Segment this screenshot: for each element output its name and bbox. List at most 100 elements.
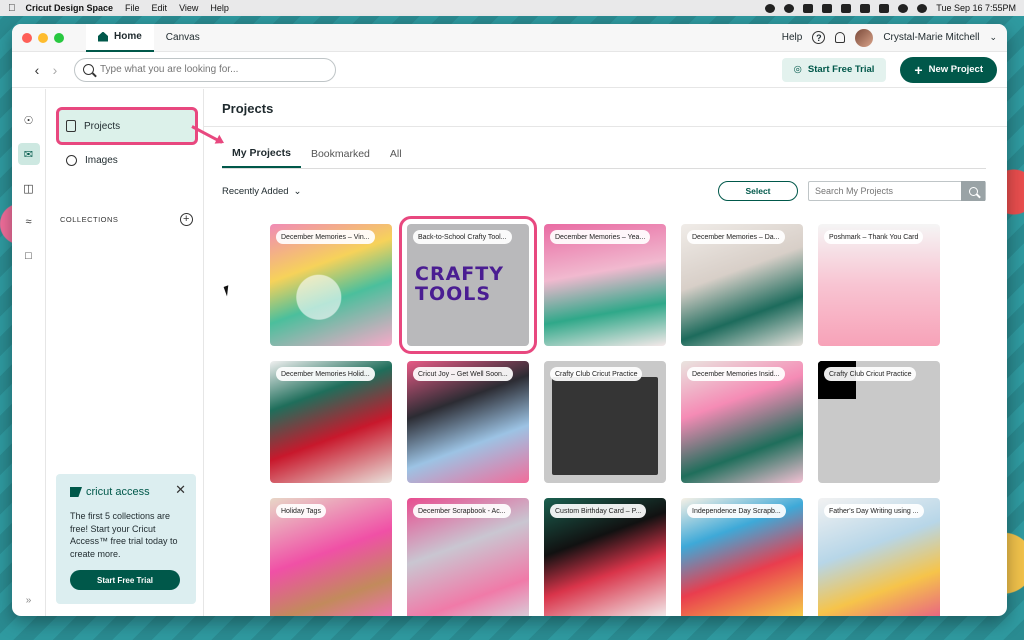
menubar-app-name[interactable]: Cricut Design Space	[26, 3, 114, 13]
record-icon[interactable]	[765, 3, 776, 13]
project-card[interactable]: December Memories – Da...	[681, 224, 803, 346]
project-card[interactable]: Father's Day Writing using ...	[818, 498, 940, 616]
project-card-label: December Memories Insid...	[687, 367, 785, 381]
project-card[interactable]: December Memories Holid...	[270, 361, 392, 483]
project-card[interactable]: Cricut Joy – Get Well Soon...	[407, 361, 529, 483]
close-icon[interactable]: ✕	[175, 482, 186, 498]
tab-home[interactable]: Home	[86, 24, 154, 52]
project-card[interactable]: December Scrapbook - Ac...	[407, 498, 529, 616]
sidebar-item-images[interactable]: Images	[58, 143, 193, 177]
tab-my-projects[interactable]: My Projects	[222, 140, 301, 168]
rail-shop-icon[interactable]: □	[18, 245, 40, 267]
promo-start-trial-button[interactable]: Start Free Trial	[70, 570, 180, 590]
rail-projects-icon[interactable]: ✉	[17, 143, 40, 165]
chevron-down-icon[interactable]: ⌄	[989, 32, 997, 43]
cricut-logo-mark	[70, 487, 82, 497]
close-window-button[interactable]	[22, 32, 32, 43]
start-free-trial-button[interactable]: ◎ Start Free Trial	[781, 57, 887, 82]
new-project-button[interactable]: + New Project	[900, 56, 997, 83]
maximize-window-button[interactable]	[54, 32, 64, 43]
project-card-highlighted[interactable]: CRAFTY TOOLS Back-to-School Crafty Tool.…	[399, 216, 537, 354]
app-status-icon[interactable]	[784, 3, 795, 13]
sidebar: Projects Images COLLECTIONS + cricut acc…	[46, 89, 204, 616]
project-card-label: December Memories – Yea...	[550, 230, 651, 244]
project-card-label: Crafty Club Cricut Practice	[550, 367, 643, 381]
menubar-file[interactable]: File	[125, 3, 140, 13]
tab-bookmarked[interactable]: Bookmarked	[301, 140, 380, 168]
project-card[interactable]: December Memories Insid...	[681, 361, 803, 483]
battery-icon[interactable]	[822, 3, 833, 13]
sidebar-item-projects[interactable]: Projects	[56, 107, 198, 145]
sidebar-item-label: Projects	[84, 120, 121, 132]
menubar-edit[interactable]: Edit	[152, 3, 168, 13]
start-free-trial-label: Start Free Trial	[807, 64, 875, 75]
title-divider	[204, 126, 1007, 127]
menubar-help[interactable]: Help	[210, 3, 229, 13]
rail-machine-icon[interactable]: ◫	[18, 177, 40, 199]
project-card-label: December Memories Holid...	[276, 367, 375, 381]
tab-all[interactable]: All	[380, 140, 412, 168]
tab-home-label: Home	[114, 31, 142, 42]
menubar-view[interactable]: View	[179, 3, 198, 13]
sort-dropdown[interactable]: Recently Added ⌄	[222, 186, 302, 197]
titlebar-right: Help ? Crystal-Marie Mitchell ⌄	[782, 28, 997, 47]
help-label[interactable]: Help	[782, 32, 803, 43]
project-card-label: Cricut Joy – Get Well Soon...	[413, 367, 513, 381]
sidebar-item-label: Images	[85, 154, 118, 166]
project-card-label: Father's Day Writing using ...	[824, 504, 924, 518]
mac-menubar:  Cricut Design Space File Edit View Hel…	[0, 0, 1024, 16]
project-card[interactable]: December Memories – Vin...	[270, 224, 392, 346]
plus-icon: +	[914, 61, 923, 78]
select-button[interactable]: Select	[718, 181, 798, 201]
add-collection-icon[interactable]: +	[180, 213, 193, 226]
user-avatar[interactable]	[855, 28, 874, 47]
project-card[interactable]: Crafty Club Cricut Practice	[818, 361, 940, 483]
global-search-field[interactable]	[74, 57, 336, 82]
crafty-tools-art-text: CRAFTY TOOLS	[415, 263, 504, 305]
rail-inspiration-icon[interactable]: ☉	[18, 109, 40, 131]
expand-rail-icon[interactable]: »	[26, 595, 32, 606]
control-center-icon[interactable]	[917, 3, 928, 13]
search-icon	[83, 64, 94, 75]
bluetooth-icon[interactable]	[860, 3, 871, 13]
project-card[interactable]: December Memories – Yea...	[544, 224, 666, 346]
images-icon	[66, 154, 77, 166]
menubar-clock[interactable]: Tue Sep 16 7:55PM	[936, 3, 1016, 13]
chevron-down-icon: ⌄	[293, 185, 302, 197]
screen-icon[interactable]	[803, 3, 814, 13]
project-card-label: Independence Day Scrapb...	[687, 504, 786, 518]
rail-materials-icon[interactable]: ≈	[18, 211, 40, 233]
menubar-status-area: Tue Sep 16 7:55PM	[765, 3, 1016, 13]
search-icon	[968, 186, 978, 196]
global-search-input[interactable]	[100, 64, 320, 75]
notifications-bell-icon[interactable]	[835, 32, 846, 43]
sort-label: Recently Added	[222, 185, 289, 197]
main-area: ☉ ✉ ◫ ≈ □ » Projects Images COLLECTIONS …	[12, 89, 1007, 616]
user-name[interactable]: Crystal-Marie Mitchell	[883, 32, 979, 43]
collections-header: COLLECTIONS +	[58, 213, 193, 226]
project-card[interactable]: Holiday Tags	[270, 498, 392, 616]
project-card[interactable]: Independence Day Scrapb...	[681, 498, 803, 616]
project-card-label: Custom Birthday Card – P...	[550, 504, 647, 518]
cricut-access-promo: cricut access ✕ The first 5 collections …	[56, 474, 196, 604]
volume-icon[interactable]	[841, 3, 852, 13]
projects-content: Projects My Projects Bookmarked All Rece…	[191, 89, 1007, 616]
search-spotlight-icon[interactable]	[898, 3, 909, 13]
back-button[interactable]: ‹	[28, 62, 46, 78]
project-card[interactable]: Poshmark – Thank You Card	[818, 224, 940, 346]
help-icon[interactable]: ?	[812, 31, 826, 44]
project-card[interactable]: Crafty Club Cricut Practice	[544, 361, 666, 483]
project-grid: December Memories – Vin... CRAFTY TOOLS …	[270, 216, 940, 616]
wifi-icon[interactable]	[879, 3, 890, 13]
left-rail: ☉ ✉ ◫ ≈ □ »	[12, 89, 46, 616]
forward-button[interactable]: ›	[46, 62, 64, 78]
project-search-field[interactable]	[808, 181, 986, 201]
minimize-window-button[interactable]	[38, 32, 48, 43]
apple-icon[interactable]: 	[8, 3, 16, 14]
project-search-button[interactable]	[961, 181, 985, 201]
home-icon	[98, 31, 108, 42]
tab-canvas[interactable]: Canvas	[154, 24, 212, 52]
project-search-input[interactable]	[809, 186, 961, 196]
project-card[interactable]: Custom Birthday Card – P...	[544, 498, 666, 616]
page-title: Projects	[222, 101, 274, 116]
